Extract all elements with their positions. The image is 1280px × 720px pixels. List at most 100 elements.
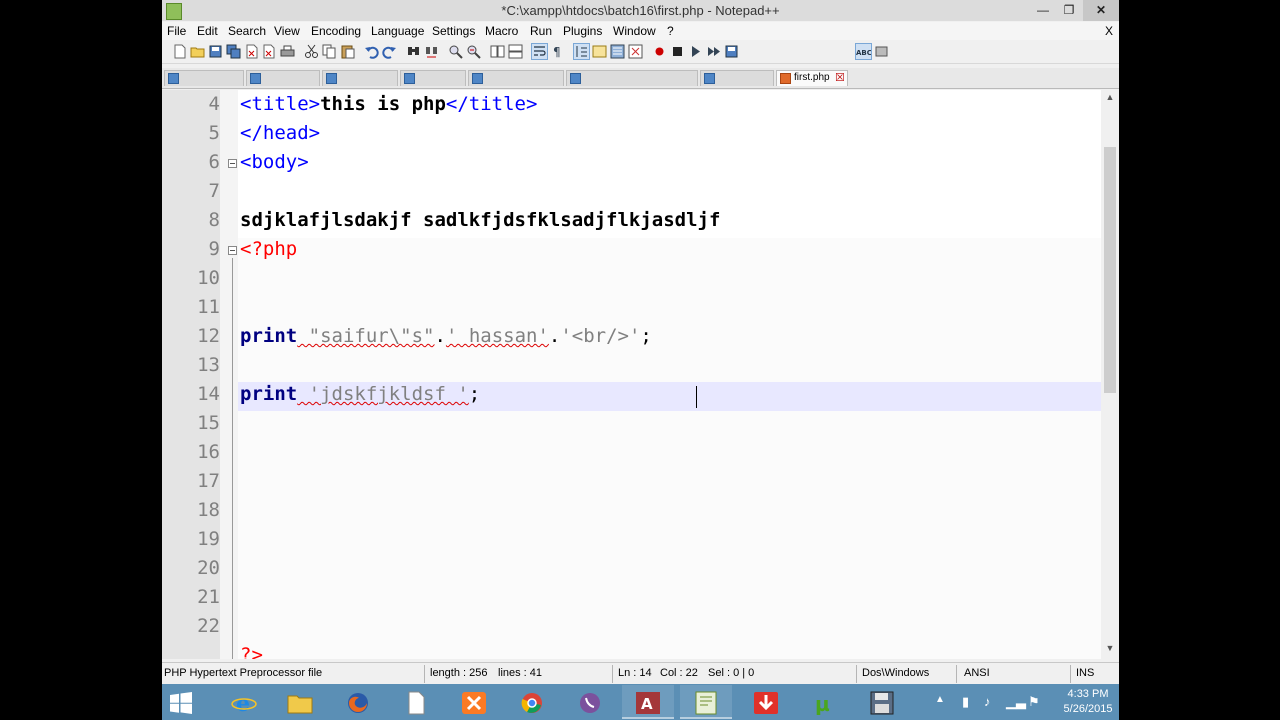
scroll-down-arrow-icon[interactable]: ▼ <box>1101 643 1119 657</box>
show-hidden-icons-icon[interactable]: ▲ <box>935 694 945 705</box>
string-literal: 'jdskfjkldsf ' <box>297 383 469 405</box>
undo-icon[interactable] <box>364 44 379 59</box>
line-number: 8 <box>208 209 220 231</box>
taskbar-internet-explorer[interactable]: e <box>218 685 270 719</box>
start-recording-icon[interactable] <box>652 44 667 59</box>
status-divider <box>1070 665 1071 683</box>
stop-recording-icon[interactable] <box>670 44 685 59</box>
code-line-9: <?php <box>240 235 297 264</box>
show-all-characters-icon[interactable]: ¶ <box>550 44 565 59</box>
operator: ; <box>640 325 652 347</box>
playback-icon[interactable] <box>688 44 703 59</box>
menu-window[interactable]: Window <box>613 24 656 38</box>
clock-date[interactable]: 5/26/2015 <box>1058 703 1118 715</box>
save-all-icon[interactable] <box>226 44 241 59</box>
function-list-icon[interactable] <box>628 44 643 59</box>
zoom-in-icon[interactable] <box>448 44 463 59</box>
print-icon[interactable] <box>280 44 295 59</box>
document-tab-3[interactable] <box>322 70 398 86</box>
menu-run[interactable]: Run <box>530 24 552 38</box>
menu-language[interactable]: Language <box>371 24 424 38</box>
document-tab-4[interactable] <box>400 70 466 86</box>
taskbar-firefox[interactable] <box>332 685 384 719</box>
code-line-23: ?> <box>240 641 263 659</box>
menu-edit[interactable]: Edit <box>197 24 218 38</box>
document-tab-6[interactable] <box>566 70 698 86</box>
taskbar-file-explorer[interactable] <box>274 685 326 719</box>
fold-toggle-icon[interactable] <box>228 159 237 168</box>
internet-explorer-icon: e <box>231 691 257 715</box>
word-wrap-icon[interactable] <box>531 43 548 60</box>
menu-macro[interactable]: Macro <box>485 24 518 38</box>
paste-icon[interactable] <box>340 44 355 59</box>
network-icon[interactable]: ▮ <box>962 694 969 710</box>
clock-time[interactable]: 4:33 PM <box>1058 688 1118 700</box>
status-eol-format[interactable]: Dos\Windows <box>862 667 929 679</box>
line-number: 21 <box>197 586 220 608</box>
new-file-icon[interactable] <box>172 44 187 59</box>
save-icon[interactable] <box>208 44 223 59</box>
run-macro-multiple-icon[interactable] <box>706 44 721 59</box>
document-tab-5[interactable] <box>468 70 564 86</box>
replace-icon[interactable] <box>424 44 439 59</box>
scroll-up-arrow-icon[interactable]: ▲ <box>1101 92 1119 106</box>
indent-guide-icon[interactable] <box>573 43 590 60</box>
menu-file[interactable]: File <box>167 24 186 38</box>
find-icon[interactable] <box>406 44 421 59</box>
taskbar-xampp[interactable] <box>448 685 500 719</box>
fold-toggle-icon[interactable] <box>228 246 237 255</box>
menu-encoding[interactable]: Encoding <box>311 24 361 38</box>
menu-search[interactable]: Search <box>228 24 266 38</box>
sync-vertical-scroll-icon[interactable] <box>490 44 505 59</box>
php-keyword: print <box>240 325 298 347</box>
menu-settings[interactable]: Settings <box>432 24 475 38</box>
close-document-button[interactable]: X <box>1105 24 1113 38</box>
save-macro-icon[interactable] <box>724 44 739 59</box>
taskbar-utorrent[interactable]: µ <box>798 685 850 719</box>
document-map-icon[interactable] <box>610 44 625 59</box>
redo-icon[interactable] <box>382 44 397 59</box>
document-tab-first-php[interactable]: first.php ☒ <box>776 70 848 86</box>
scrollbar-thumb[interactable] <box>1104 147 1116 393</box>
taskbar-chrome[interactable] <box>506 685 558 719</box>
minimize-button[interactable]: — <box>1030 0 1056 21</box>
html-tag: <title> <box>240 93 321 115</box>
close-all-icon[interactable] <box>262 44 277 59</box>
floppy-disk-icon <box>870 691 894 715</box>
sync-horizontal-scroll-icon[interactable] <box>508 44 523 59</box>
menu-help[interactable]: ? <box>667 24 674 38</box>
user-defined-language-icon[interactable] <box>592 44 607 59</box>
svg-text:µ: µ <box>815 692 830 715</box>
tab-close-icon[interactable]: ☒ <box>835 71 845 84</box>
document-tab-1[interactable] <box>164 70 244 86</box>
spell-check-next-icon[interactable] <box>874 44 889 59</box>
open-file-icon[interactable] <box>190 44 205 59</box>
close-button[interactable]: ✕ <box>1083 0 1119 21</box>
line-number: 15 <box>197 412 220 434</box>
menu-view[interactable]: View <box>274 24 300 38</box>
zoom-out-icon[interactable] <box>466 44 481 59</box>
taskbar-access[interactable]: A <box>622 685 674 719</box>
document-tab-bar: first.php ☒ <box>162 68 1119 89</box>
taskbar-backup-app[interactable] <box>856 685 908 719</box>
taskbar-download-manager[interactable] <box>740 685 792 719</box>
cut-icon[interactable] <box>304 44 319 59</box>
spell-check-icon[interactable]: ABC <box>855 43 872 60</box>
code-editor[interactable]: 4 5 6 7 8 9 10 11 12 13 14 15 16 17 18 1… <box>162 90 1119 659</box>
line-number: 12 <box>197 325 220 347</box>
copy-icon[interactable] <box>322 44 337 59</box>
vertical-scrollbar[interactable]: ▲ ▼ <box>1101 90 1119 659</box>
document-tab-7[interactable] <box>700 70 774 86</box>
restore-button[interactable]: ❐ <box>1056 0 1082 21</box>
action-center-flag-icon[interactable]: ⚑ <box>1028 694 1040 710</box>
taskbar-notepad-plus-plus[interactable] <box>680 685 732 719</box>
menu-plugins[interactable]: Plugins <box>563 24 602 38</box>
status-encoding[interactable]: ANSI <box>964 667 990 679</box>
windows-start-icon[interactable] <box>168 691 194 715</box>
taskbar-viber[interactable] <box>564 685 616 719</box>
close-file-icon[interactable] <box>244 44 259 59</box>
document-tab-2[interactable] <box>246 70 320 86</box>
signal-icon[interactable]: ▁▃ <box>1006 694 1026 710</box>
volume-icon[interactable]: ♪ <box>984 694 991 709</box>
taskbar-file-manager[interactable] <box>390 685 442 719</box>
